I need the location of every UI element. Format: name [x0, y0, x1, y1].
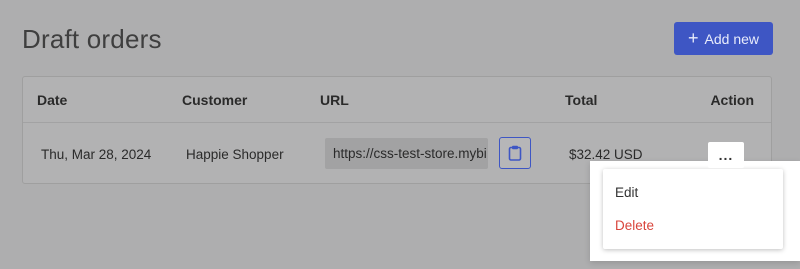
menu-item-edit[interactable]: Edit	[615, 185, 638, 200]
column-header-customer: Customer	[182, 92, 248, 108]
order-url-field[interactable]: https://css-test-store.mybi	[325, 138, 488, 169]
page-title: Draft orders	[22, 24, 162, 54]
add-new-button[interactable]: + Add new	[674, 22, 773, 55]
column-header-url: URL	[320, 92, 349, 108]
clipboard-icon	[508, 145, 522, 161]
order-total: $32.42 USD	[569, 147, 643, 162]
table-header: Date Customer URL Total Action	[23, 77, 771, 123]
order-customer: Happie Shopper	[186, 147, 284, 162]
more-actions-button[interactable]: ...	[708, 142, 744, 168]
column-header-total: Total	[565, 92, 598, 108]
column-header-action: Action	[710, 92, 754, 108]
draft-orders-page: Draft orders + Add new Date Customer URL…	[0, 0, 800, 269]
plus-icon: +	[688, 28, 699, 48]
menu-item-delete[interactable]: Delete	[615, 218, 654, 233]
order-date: Thu, Mar 28, 2024	[41, 147, 152, 162]
copy-url-button[interactable]	[499, 137, 531, 169]
column-header-date: Date	[37, 92, 68, 108]
action-menu-list: Edit Delete	[603, 169, 783, 249]
action-dropdown-menu: Edit Delete	[590, 161, 800, 261]
add-new-label: Add new	[704, 30, 759, 47]
